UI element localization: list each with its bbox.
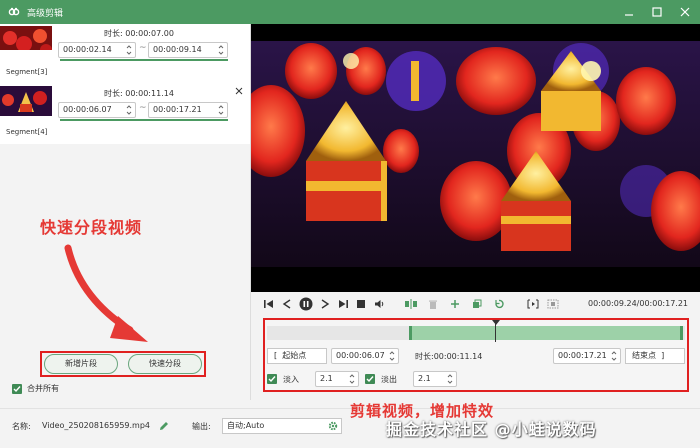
copy-icon[interactable] <box>471 298 483 310</box>
checkbox-checked-icon[interactable] <box>12 383 22 394</box>
add-segment-button[interactable]: 新增片段 <box>44 354 118 374</box>
output-select[interactable]: 自动;Auto <box>222 418 342 434</box>
segment-progress-bar <box>60 119 228 121</box>
quick-split-button[interactable]: 快速分段 <box>128 354 202 374</box>
video-preview[interactable] <box>251 24 700 292</box>
start-time-input[interactable]: 00:00:06.07 <box>331 348 399 364</box>
timeline-editor: [ 起始点 00:00:06.07 时长:00:00:11.14 00:00:1… <box>263 318 689 392</box>
maximize-icon[interactable] <box>650 5 664 19</box>
fade-in-checkbox[interactable] <box>267 374 277 384</box>
time-readout: 00:00:09.24/00:00:17.21 <box>588 299 688 308</box>
close-icon[interactable] <box>678 5 692 19</box>
close-segment-icon[interactable] <box>234 86 244 96</box>
timeline-selection[interactable] <box>409 326 683 340</box>
fade-out-checkbox[interactable] <box>365 374 375 384</box>
split-icon[interactable] <box>405 298 417 310</box>
playhead[interactable] <box>495 322 496 342</box>
segment-item[interactable]: 时长: 00:00:11.14 00:00:06.07 ~ 00:00:17.2… <box>0 84 250 142</box>
name-label: 名称: <box>12 422 31 431</box>
stepper-icon[interactable] <box>217 103 225 117</box>
segment-end-input[interactable]: 00:00:17.21 <box>148 102 228 118</box>
step-forward-icon[interactable] <box>319 298 331 310</box>
stepper-icon[interactable] <box>446 372 454 386</box>
timeline-range-row: [ 起始点 00:00:06.07 时长:00:00:11.14 00:00:1… <box>267 346 685 366</box>
segment-start-input[interactable]: 00:00:06.07 <box>58 102 136 118</box>
delete-icon[interactable] <box>427 298 439 310</box>
edit-icon[interactable] <box>158 420 170 432</box>
trim-icon[interactable] <box>527 298 539 310</box>
file-name: Video_250208165959.mp4 <box>42 421 150 430</box>
merge-all-checkbox[interactable]: 合并所有 <box>12 383 59 394</box>
watermark: 掘金技术社区 @小蛙说数码 <box>386 420 597 439</box>
fade-out-input[interactable]: 2.1 <box>413 371 457 387</box>
segment-list: 时长: 00:00:07.00 00:00:02.14 ~ 00:00:09.1… <box>0 24 250 144</box>
stepper-icon[interactable] <box>348 372 356 386</box>
end-time-input[interactable]: 00:00:17.21 <box>553 348 621 364</box>
fade-row: 淡入 2.1 淡出 2.1 <box>267 370 685 388</box>
set-end-button[interactable]: 结束点 ] <box>625 348 685 364</box>
fade-out-label: 淡出 <box>381 375 397 384</box>
stepper-icon[interactable] <box>125 103 133 117</box>
stepper-icon[interactable] <box>610 349 618 363</box>
segment-item[interactable]: 时长: 00:00:07.00 00:00:02.14 ~ 00:00:09.1… <box>0 24 250 82</box>
minimize-icon[interactable] <box>622 5 636 19</box>
volume-icon[interactable] <box>373 298 385 310</box>
segment-thumbnail[interactable] <box>0 26 52 56</box>
segment-start-input[interactable]: 00:00:02.14 <box>58 42 136 58</box>
segment-progress-bar <box>60 59 228 61</box>
skip-start-icon[interactable] <box>263 298 275 310</box>
set-start-button[interactable]: [ 起始点 <box>267 348 327 364</box>
window-title: 高级剪辑 <box>27 8 64 19</box>
segment-duration: 00:00:11.14 <box>125 89 174 98</box>
segment-thumbnail[interactable] <box>0 86 52 116</box>
duration-display: 时长:00:00:11.14 <box>415 352 483 361</box>
segment-duration-label: 时长: 00:00:11.14 <box>104 89 174 98</box>
playhead-handle-icon[interactable] <box>492 320 500 325</box>
skip-end-icon[interactable] <box>337 298 349 310</box>
step-back-icon[interactable] <box>281 298 293 310</box>
segment-label: Segment[3] <box>6 68 48 76</box>
title-bar: 高级剪辑 <box>0 0 700 24</box>
add-icon[interactable] <box>449 298 461 310</box>
stepper-icon[interactable] <box>125 43 133 57</box>
video-frame <box>251 41 700 267</box>
segment-duration-label: 时长: 00:00:07.00 <box>104 29 174 38</box>
stepper-icon[interactable] <box>217 43 225 57</box>
stop-icon[interactable] <box>355 298 367 310</box>
pause-icon[interactable] <box>299 297 313 311</box>
red-arrow-icon <box>64 244 148 342</box>
output-label: 输出: <box>192 422 211 431</box>
segment-label: Segment[4] <box>6 128 48 136</box>
merge-all-label: 合并所有 <box>27 384 59 393</box>
player-panel: 00:00:09.24/00:00:17.21 [ 起始点 00:00:06.0… <box>250 24 700 400</box>
left-panel: 时长: 00:00:07.00 00:00:02.14 ~ 00:00:09.1… <box>0 24 250 400</box>
stepper-icon[interactable] <box>388 349 396 363</box>
undo-icon[interactable] <box>493 298 505 310</box>
gear-icon[interactable] <box>328 421 338 431</box>
fade-in-input[interactable]: 2.1 <box>315 371 359 387</box>
annotation-quick-split: 快速分段视频 <box>40 218 143 237</box>
segment-end-input[interactable]: 00:00:09.14 <box>148 42 228 58</box>
app-logo-icon <box>7 5 21 19</box>
crop-icon[interactable] <box>547 298 559 310</box>
fade-in-label: 淡入 <box>283 375 299 384</box>
segment-duration: 00:00:07.00 <box>125 29 174 38</box>
